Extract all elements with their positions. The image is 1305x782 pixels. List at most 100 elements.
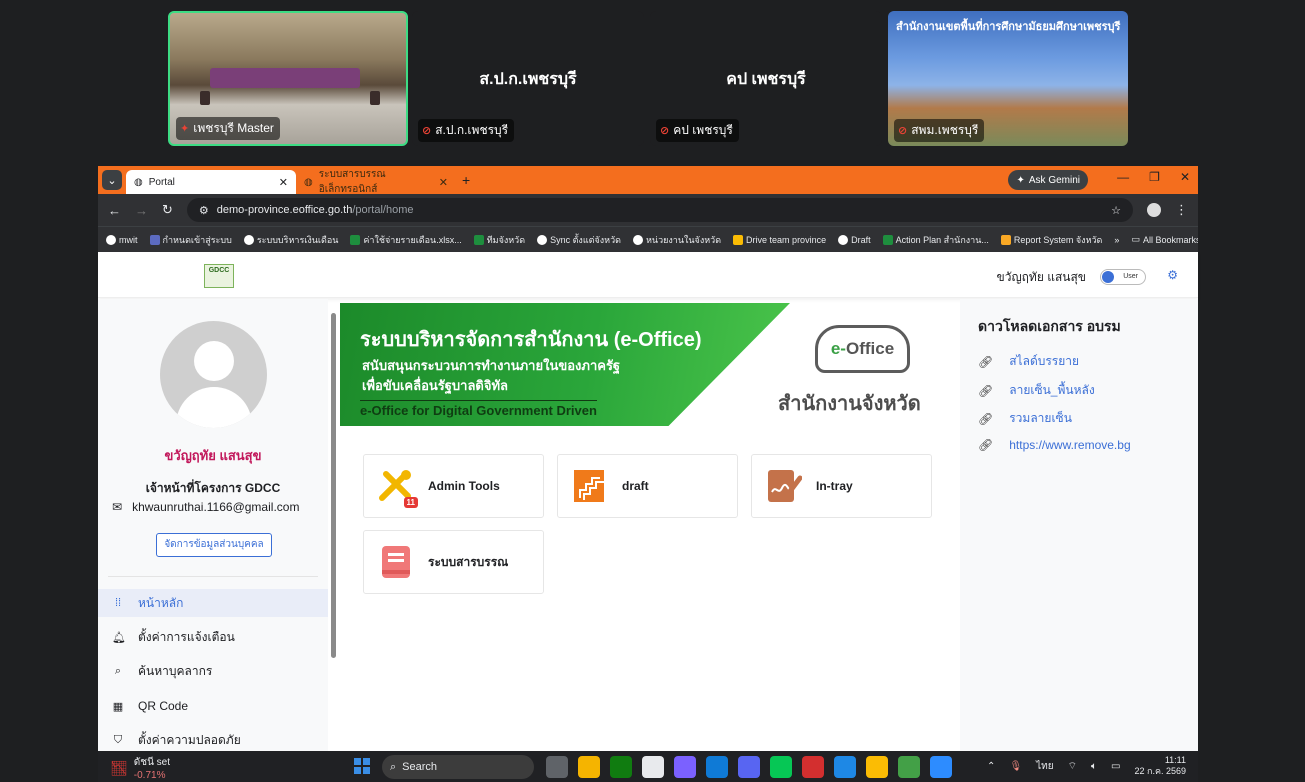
xbox-icon[interactable] <box>610 756 632 778</box>
microphone-icon[interactable]: 🎙︎ <box>1009 761 1022 772</box>
url-field[interactable]: ⚙ demo-province.eoffice.go.th/portal/hom… <box>186 198 1133 222</box>
video-tile-master[interactable]: ✦ เพชรบุรี Master <box>168 11 408 146</box>
gdcc-logo[interactable]: GDCC <box>204 264 234 288</box>
language-indicator[interactable]: ไทย <box>1036 759 1053 774</box>
close-tab-icon[interactable]: ✕ <box>279 176 288 189</box>
taskbar-search-label: Search <box>402 761 438 773</box>
book-icon <box>378 544 414 580</box>
tab-saraban[interactable]: ◍ ระบบสารบรรณอิเล็กทรอนิกส์ ✕ <box>296 169 456 195</box>
file-explorer-icon[interactable] <box>578 756 600 778</box>
profile-avatar-icon[interactable] <box>1147 203 1161 217</box>
copilot-icon[interactable] <box>674 756 696 778</box>
line-icon[interactable] <box>770 756 792 778</box>
download-link[interactable]: 🔗︎ https://www.remove.bg <box>978 438 1131 452</box>
downloads-panel: ดาวโหลดเอกสาร อบรม 🔗︎ สไลด์บรรยาย 🔗︎ ลายเซ… <box>960 299 1198 751</box>
close-tab-icon[interactable]: ✕ <box>439 176 448 189</box>
nav-label: ตั้งค่าการแจ้งเตือน <box>138 629 235 644</box>
bookmark-label: กำหนดเข้าสู่ระบบ <box>162 234 232 245</box>
notepad-icon[interactable] <box>834 756 856 778</box>
new-tab-icon[interactable]: + <box>462 172 470 188</box>
video-tile-spm[interactable]: สำนักงานเขตพื้นที่การศึกษามัธยมศึกษาเพชร… <box>888 11 1128 146</box>
kebab-menu-icon[interactable]: ⋮ <box>1175 202 1188 218</box>
download-link-label: https://www.remove.bg <box>1009 438 1131 452</box>
nav-item-notifications[interactable]: 🔔︎ ตั้งค่าการแจ้งเตือน <box>98 623 328 651</box>
windows-start-icon[interactable] <box>354 758 370 774</box>
nav-item-search-people[interactable]: ⌕ ค้นหาบุคลากร <box>98 657 328 685</box>
restore-icon[interactable]: ❐ <box>1149 170 1160 184</box>
notification-badge: 11 <box>403 497 418 508</box>
mic-muted-icon: ⊘ <box>898 125 908 137</box>
tab-search-icon[interactable]: ⌄ <box>102 170 122 190</box>
sidebar-scrollbar[interactable] <box>331 313 336 658</box>
bookmark-item[interactable]: ค่าใช้จ่ายรายเดือน.xlsx... <box>350 233 462 247</box>
clock[interactable]: 11:11 22 ก.ค. 2569 <box>1134 755 1186 777</box>
banner-tagline: e-Office for Digital Government Driven <box>360 400 597 418</box>
manage-profile-button[interactable]: จัดการข้อมูลส่วนบุคคล <box>156 533 272 557</box>
app-card-saraban[interactable]: ระบบสารบรรณ <box>363 530 544 594</box>
bookmark-item[interactable]: ระบบบริหารเงินเดือน <box>243 233 339 247</box>
bookmark-item[interactable]: ทีมจังหวัด <box>473 233 525 247</box>
download-link[interactable]: 🔗︎ สไลด์บรรยาย <box>978 352 1079 371</box>
tile-caption: ⊘ ส.ป.ก.เพชรบุรี <box>418 119 515 142</box>
search-icon: ⌕ <box>390 760 397 773</box>
banner-title: ระบบบริหารจัดการสำนักงาน (e-Office) <box>360 329 702 351</box>
star-icon[interactable]: ☆ <box>1111 204 1121 217</box>
bookmark-item[interactable]: Sync ตั้งแต่จังหวัด <box>537 233 621 247</box>
tab-portal[interactable]: ◍ Portal ✕ <box>126 170 296 194</box>
discord-icon[interactable] <box>738 756 760 778</box>
header-user-name[interactable]: ขวัญฤทัย แสนสุข <box>997 268 1087 287</box>
minimize-icon[interactable]: — <box>1117 170 1129 184</box>
bookmark-item[interactable]: Draft <box>838 234 871 245</box>
bookmark-item[interactable]: Action Plan สำนักงาน... <box>882 233 989 247</box>
site-info-icon[interactable]: ⚙ <box>199 204 209 217</box>
download-link[interactable]: 🔗︎ ลายเซ็น_พื้นหลัง <box>978 381 1095 400</box>
task-view-icon[interactable] <box>546 756 568 778</box>
all-bookmarks[interactable]: ▭ All Bookmarks <box>1131 234 1198 245</box>
taskbar-search[interactable]: ⌕ Search <box>382 755 534 779</box>
bookmark-label: ค่าใช้จ่ายรายเดือน.xlsx... <box>363 234 462 245</box>
gear-icon[interactable]: ⚙ <box>1167 268 1178 282</box>
chevron-up-icon[interactable]: ⌃ <box>987 761 995 772</box>
app-card-admin-tools[interactable]: 11 Admin Tools <box>363 454 544 518</box>
logo-prefix: e- <box>830 339 846 358</box>
role-toggle[interactable]: User <box>1100 269 1146 285</box>
back-icon[interactable]: ← <box>108 203 121 218</box>
nav-item-home[interactable]: ⁞⁞ หน้าหลัก <box>98 589 328 617</box>
video-tile-spk[interactable]: ส.ป.ก.เพชรบุรี ⊘ ส.ป.ก.เพชรบุรี <box>412 11 644 146</box>
volume-icon[interactable]: 🔈︎ <box>1091 761 1097 772</box>
stock-widget[interactable]: 📉︎ ดัชนี set -0.71% <box>110 755 170 781</box>
bookmark-item[interactable]: mwit <box>106 234 138 245</box>
download-link[interactable]: 🔗︎ รวมลายเซ็น <box>978 409 1072 428</box>
room-chair <box>370 91 380 105</box>
sparkle-icon: ✦ <box>1016 174 1025 186</box>
pdf-reader-icon[interactable] <box>802 756 824 778</box>
nav-item-security[interactable]: ⛉ ตั้งค่าความปลอดภัย <box>98 726 328 751</box>
video-tile-kp[interactable]: คป เพชรบุรี ⊘ คป เพชรบุรี <box>650 11 882 146</box>
wifi-icon[interactable]: ⌔ <box>1068 760 1077 773</box>
battery-icon[interactable]: ▭ <box>1111 761 1120 772</box>
forward-icon[interactable]: → <box>135 203 148 218</box>
app-card-label: ระบบสารบรรณ <box>428 554 509 569</box>
bookmark-item[interactable]: Report System จังหวัด <box>1000 233 1102 247</box>
reload-icon[interactable]: ↻ <box>162 202 173 218</box>
bookmark-item[interactable]: กำหนดเข้าสู่ระบบ <box>149 233 232 247</box>
bookmark-item[interactable]: หน่วยงานในจังหวัด <box>632 233 721 247</box>
zoom-icon[interactable] <box>930 756 952 778</box>
app-card-in-tray[interactable]: In-tray <box>751 454 932 518</box>
bookmark-label: Drive team province <box>746 234 827 245</box>
nav-item-qr[interactable]: ▦ QR Code <box>98 692 328 720</box>
chrome-icon[interactable] <box>866 756 888 778</box>
app-icon[interactable] <box>898 756 920 778</box>
bookmark-item[interactable]: Drive team province <box>733 234 827 245</box>
more-bookmarks-icon[interactable]: » <box>1114 235 1119 245</box>
bookmark-label: ระบบบริหารเงินเดือน <box>256 234 339 245</box>
close-window-icon[interactable]: ✕ <box>1180 170 1190 184</box>
store-icon[interactable] <box>642 756 664 778</box>
browser-window: ⌄ ◍ Portal ✕ ◍ ระบบสารบรรณอิเล็กทรอนิกส์… <box>98 166 1198 751</box>
nav-label: ค้นหาบุคลากร <box>138 663 213 678</box>
ask-gemini-button[interactable]: ✦ Ask Gemini <box>1008 170 1088 190</box>
system-tray: ⌃ 🎙︎ ไทย ⌔ 🔈︎ ▭ 11:11 22 ก.ค. 2569 <box>987 755 1186 777</box>
edge-icon[interactable] <box>706 756 728 778</box>
app-card-draft[interactable]: draft <box>557 454 738 518</box>
tile-center-name: ส.ป.ก.เพชรบุรี <box>479 71 577 88</box>
